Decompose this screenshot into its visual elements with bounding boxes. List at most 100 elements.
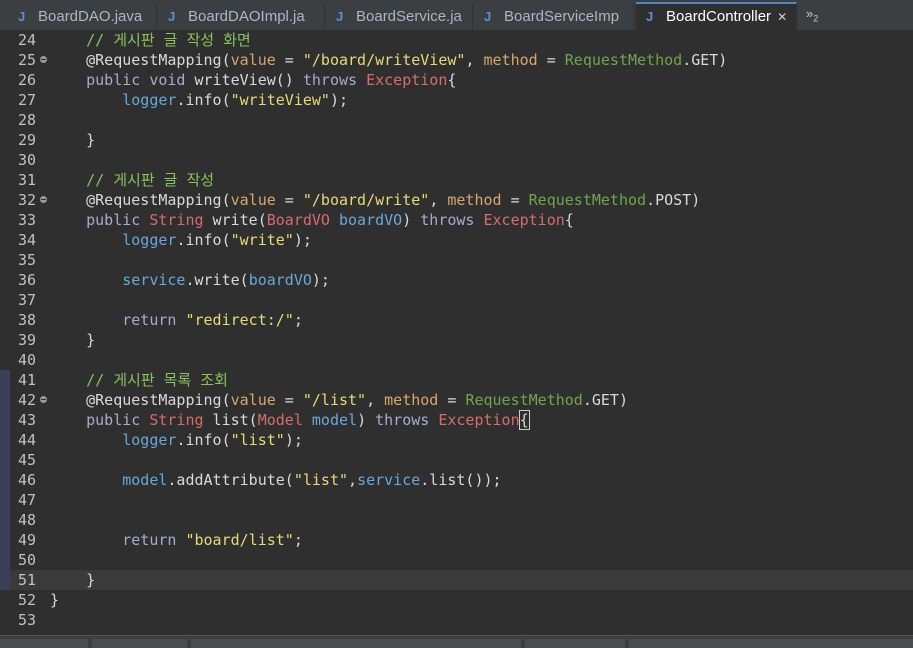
close-tab-icon[interactable]: ✕ xyxy=(777,10,787,24)
line-number: 41 xyxy=(18,371,37,389)
java-file-icon: J xyxy=(336,9,344,24)
bottom-panel-strip xyxy=(0,635,913,648)
code-token: write( xyxy=(203,211,267,229)
line-number: 42 xyxy=(18,391,37,409)
code-line: 43 public String list(Model model) throw… xyxy=(0,410,913,430)
code-token: value xyxy=(230,391,276,409)
change-marker xyxy=(0,570,10,590)
line-number: 26 xyxy=(18,71,37,89)
code-token: throws xyxy=(302,71,358,89)
code-token: .GET) xyxy=(582,391,628,409)
code-line: 29 } xyxy=(0,130,913,150)
tab-label: BoardServiceImp xyxy=(504,8,620,25)
line-number: 34 xyxy=(18,231,37,249)
code-line: 24 // 게시판 글 작성 화면 xyxy=(0,30,913,50)
change-marker xyxy=(0,370,10,390)
code-token: throws xyxy=(375,411,430,429)
code-line: 49 return "board/list"; xyxy=(0,530,913,550)
code-line: 36 service.write(boardVO); xyxy=(0,270,913,290)
code-token: RequestMethod xyxy=(564,51,683,69)
code-token: = xyxy=(537,51,565,69)
code-token: writeView() xyxy=(185,71,303,89)
code-token: // 게시판 목록 조회 xyxy=(86,371,228,389)
tab-overflow-button[interactable]: »2 xyxy=(806,6,818,24)
line-number: 24 xyxy=(18,31,37,49)
code-editor[interactable]: 24 // 게시판 글 작성 화면 25 @RequestMapping(valu… xyxy=(0,30,913,635)
code-token: String xyxy=(149,411,204,429)
code-line: 30 xyxy=(0,150,913,170)
code-token: = xyxy=(438,391,466,409)
code-token: void xyxy=(149,71,186,89)
line-number: 48 xyxy=(18,511,37,529)
line-number: 27 xyxy=(18,91,37,109)
tab-boardcontroller[interactable]: J BoardController ✕ xyxy=(636,2,797,32)
line-number: 25 xyxy=(18,51,37,69)
code-token: @RequestMapping( xyxy=(50,51,231,69)
code-token: { xyxy=(518,410,530,430)
line-number: 31 xyxy=(18,171,37,189)
code-token: , xyxy=(465,51,484,69)
code-text: logger.info("write"); xyxy=(50,230,312,250)
code-token: = xyxy=(275,191,303,209)
change-marker xyxy=(0,510,10,530)
code-token: Exception xyxy=(366,71,448,89)
code-line: 39 } xyxy=(0,330,913,350)
code-token: , xyxy=(348,471,358,489)
code-text: public String write(BoardVO boardVO) thr… xyxy=(50,210,574,230)
tab-boarddao-java[interactable]: J BoardDAO.java xyxy=(8,4,157,30)
code-token: service xyxy=(122,271,186,289)
code-token: ); xyxy=(329,91,349,109)
code-token: method xyxy=(483,51,538,69)
code-token: "/list" xyxy=(302,391,367,409)
code-line: 28 xyxy=(0,110,913,130)
fold-toggle-icon[interactable] xyxy=(40,56,47,63)
line-number: 45 xyxy=(18,451,37,469)
code-line: 52} xyxy=(0,590,913,610)
code-token: { xyxy=(447,71,457,89)
tab-boarddaoimpl-ja[interactable]: J BoardDAOImpl.ja xyxy=(158,4,325,30)
line-number: 33 xyxy=(18,211,37,229)
code-line: 42 @RequestMapping(value = "/list", meth… xyxy=(0,390,913,410)
code-line: 40 xyxy=(0,350,913,370)
tab-boardserviceimp[interactable]: J BoardServiceImp xyxy=(474,4,635,30)
code-token: ) xyxy=(402,211,421,229)
tab-boardservice-ja[interactable]: J BoardService.ja xyxy=(326,4,473,30)
code-token: return xyxy=(122,311,177,329)
code-token: service xyxy=(357,471,421,489)
line-number: 36 xyxy=(18,271,37,289)
tab-label: BoardDAOImpl.ja xyxy=(188,8,305,25)
code-token: } xyxy=(50,331,96,349)
line-number: 44 xyxy=(18,431,37,449)
fold-toggle-icon[interactable] xyxy=(40,396,47,403)
code-token: } xyxy=(50,571,96,589)
code-token: , xyxy=(429,191,448,209)
code-text: logger.info("writeView"); xyxy=(50,90,348,110)
code-text: // 게시판 글 작성 화면 xyxy=(50,30,251,50)
code-token: return xyxy=(122,531,177,549)
fold-toggle-icon[interactable] xyxy=(40,196,47,203)
code-token: list( xyxy=(203,411,258,429)
code-token: logger xyxy=(122,91,177,109)
line-number: 51 xyxy=(18,571,37,589)
code-token: boardVO xyxy=(248,271,312,289)
code-line: 38 return "redirect:/"; xyxy=(0,310,913,330)
code-line: 37 xyxy=(0,290,913,310)
change-marker xyxy=(0,550,10,570)
code-line: 33 public String write(BoardVO boardVO) … xyxy=(0,210,913,230)
code-token: .GET) xyxy=(682,51,728,69)
line-number: 46 xyxy=(18,471,37,489)
code-token: value xyxy=(230,51,276,69)
code-text: } xyxy=(50,330,95,350)
code-text: @RequestMapping(value = "/board/writeVie… xyxy=(50,50,727,70)
code-token: } xyxy=(50,131,96,149)
code-text: } xyxy=(50,570,95,590)
